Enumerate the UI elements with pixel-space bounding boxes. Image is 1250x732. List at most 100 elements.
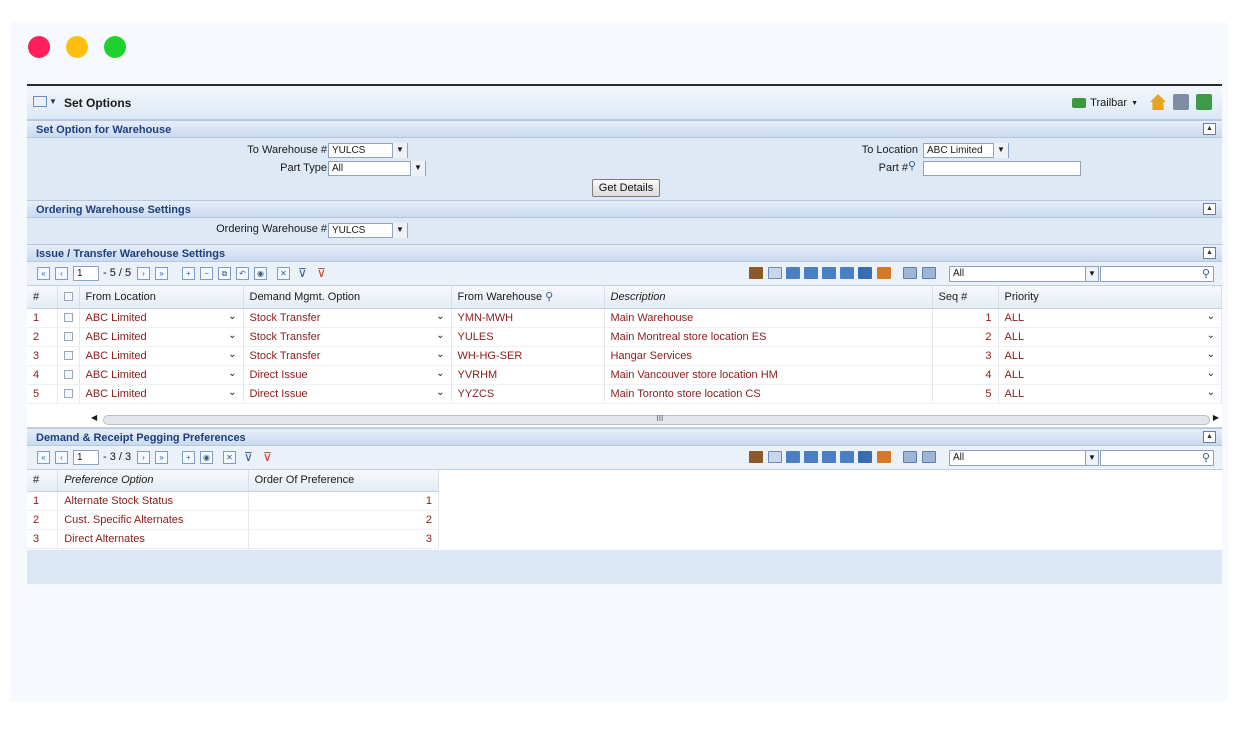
scroll-left-icon[interactable]: ◀ bbox=[91, 413, 97, 422]
row-checkbox-cell[interactable] bbox=[57, 308, 80, 328]
part-number-input[interactable] bbox=[923, 161, 1081, 176]
order-of-preference-cell[interactable]: 3 bbox=[248, 529, 440, 549]
chevron-down-icon[interactable]: ⌄ bbox=[436, 387, 444, 398]
seq-cell[interactable]: 3 bbox=[932, 346, 999, 366]
to-warehouse-select[interactable]: YULCS ▼ bbox=[328, 143, 408, 158]
export-pdf-icon[interactable] bbox=[840, 267, 854, 279]
chart-icon[interactable] bbox=[877, 450, 891, 463]
exit-icon[interactable] bbox=[1196, 94, 1212, 110]
minimize-dot[interactable] bbox=[66, 36, 88, 58]
seq-cell[interactable]: 5 bbox=[932, 384, 999, 404]
chevron-down-icon[interactable]: ⌄ bbox=[228, 368, 236, 379]
from-warehouse-cell[interactable]: WH-HG-SER bbox=[451, 346, 605, 366]
export-xls-icon[interactable] bbox=[804, 450, 818, 463]
page-number-input[interactable]: 1 bbox=[73, 449, 99, 465]
priority-cell[interactable]: ALL ⌄ bbox=[998, 384, 1222, 404]
export-pdf-icon[interactable] bbox=[840, 450, 854, 463]
settings-icon[interactable] bbox=[922, 450, 936, 463]
grid-search-input[interactable]: ⚲ bbox=[1100, 266, 1214, 282]
chevron-down-icon[interactable]: ⌄ bbox=[1207, 349, 1215, 360]
collapse-icon[interactable]: ▲ bbox=[1203, 203, 1216, 215]
seq-cell[interactable]: 1 bbox=[932, 308, 999, 328]
select-all-checkbox[interactable] bbox=[63, 292, 73, 302]
add-row-icon[interactable]: + bbox=[182, 450, 195, 464]
description-cell[interactable]: Main Toronto store location CS bbox=[604, 384, 933, 404]
export-icon[interactable] bbox=[786, 450, 800, 463]
chevron-down-icon[interactable]: ▼ bbox=[49, 97, 57, 106]
to-location-select[interactable]: ABC Limited ▼ bbox=[923, 143, 1009, 158]
undo-icon[interactable]: ↶ bbox=[236, 267, 249, 280]
menu-icon[interactable] bbox=[33, 96, 47, 107]
preference-option-cell[interactable]: Alternate Stock Status bbox=[57, 491, 249, 511]
table-row[interactable]: 2 Cust. Specific Alternates 2 bbox=[27, 510, 440, 530]
description-cell[interactable]: Main Vancouver store location HM bbox=[604, 365, 933, 385]
export-csv-icon[interactable] bbox=[822, 450, 836, 463]
table-row[interactable]: 1 ABC Limited ⌄ Stock Transfer ⌄ YMN-MWH Main … bbox=[27, 308, 1222, 328]
delete-row-icon[interactable]: − bbox=[200, 267, 213, 280]
add-row-icon[interactable]: + bbox=[182, 267, 195, 280]
next-page-icon[interactable]: › bbox=[137, 450, 150, 464]
notes-icon[interactable] bbox=[749, 450, 763, 463]
col-description[interactable]: Description bbox=[604, 286, 933, 309]
grid-filter-select[interactable]: All ▼ bbox=[949, 266, 1099, 282]
order-of-preference-cell[interactable]: 1 bbox=[248, 491, 440, 511]
table-row[interactable]: 3 ABC Limited ⌄ Stock Transfer ⌄ WH-HG-SER Han… bbox=[27, 346, 1222, 366]
col-select-all[interactable] bbox=[57, 286, 80, 309]
row-checkbox-cell[interactable] bbox=[57, 384, 80, 404]
from-location-cell[interactable]: ABC Limited ⌄ bbox=[79, 327, 244, 347]
scroll-right-icon[interactable]: ▶ bbox=[1213, 413, 1219, 422]
filter-icon[interactable]: ⊽ bbox=[244, 450, 253, 464]
row-checkbox-cell[interactable] bbox=[57, 327, 80, 347]
next-page-icon[interactable]: › bbox=[137, 267, 150, 280]
table-row[interactable]: 3 Direct Alternates 3 bbox=[27, 529, 440, 549]
home-icon[interactable] bbox=[1150, 94, 1166, 110]
priority-cell[interactable]: ALL ⌄ bbox=[998, 346, 1222, 366]
first-page-icon[interactable]: « bbox=[37, 450, 50, 464]
first-page-icon[interactable]: « bbox=[37, 267, 50, 280]
description-cell[interactable]: Main Warehouse bbox=[604, 308, 933, 328]
search-icon[interactable]: ⚲ bbox=[545, 291, 553, 303]
from-warehouse-cell[interactable]: YVRHM bbox=[451, 365, 605, 385]
demand-option-cell[interactable]: Stock Transfer ⌄ bbox=[243, 346, 452, 366]
collapse-icon[interactable]: ▲ bbox=[1203, 247, 1216, 259]
export-xls-icon[interactable] bbox=[804, 267, 818, 279]
grid-filter-select[interactable]: All ▼ bbox=[949, 449, 1099, 466]
get-details-button[interactable]: Get Details bbox=[592, 179, 660, 197]
row-checkbox-cell[interactable] bbox=[57, 346, 80, 366]
trailbar-button[interactable]: Trailbar ▼ bbox=[1072, 97, 1138, 109]
last-page-icon[interactable]: » bbox=[155, 450, 168, 464]
from-warehouse-cell[interactable]: YYZCS bbox=[451, 384, 605, 404]
col-from-warehouse[interactable]: From Warehouse ⚲ bbox=[451, 286, 605, 309]
from-location-cell[interactable]: ABC Limited ⌄ bbox=[79, 384, 244, 404]
last-page-icon[interactable]: » bbox=[155, 267, 168, 280]
chevron-down-icon[interactable]: ⌄ bbox=[1207, 330, 1215, 341]
clear-icon[interactable]: ✕ bbox=[277, 267, 290, 280]
col-order-of-preference[interactable]: Order Of Preference bbox=[248, 469, 440, 492]
chevron-down-icon[interactable]: ⌄ bbox=[228, 349, 236, 360]
priority-cell[interactable]: ALL ⌄ bbox=[998, 327, 1222, 347]
seq-cell[interactable]: 4 bbox=[932, 365, 999, 385]
doc-icon[interactable] bbox=[768, 267, 782, 279]
prev-page-icon[interactable]: ‹ bbox=[55, 267, 68, 280]
description-cell[interactable]: Hangar Services bbox=[604, 346, 933, 366]
chevron-down-icon[interactable]: ⌄ bbox=[1207, 387, 1215, 398]
from-location-cell[interactable]: ABC Limited ⌄ bbox=[79, 346, 244, 366]
table-row[interactable]: 4 ABC Limited ⌄ Direct Issue ⌄ YVRHM Main Vanc… bbox=[27, 365, 1222, 385]
filter-icon[interactable]: ⊽ bbox=[298, 266, 307, 280]
order-of-preference-cell[interactable]: 2 bbox=[248, 510, 440, 530]
from-location-cell[interactable]: ABC Limited ⌄ bbox=[79, 365, 244, 385]
col-demand-option[interactable]: Demand Mgmt. Option bbox=[243, 286, 452, 309]
from-warehouse-cell[interactable]: YULES bbox=[451, 327, 605, 347]
page-number-input[interactable]: 1 bbox=[73, 266, 99, 281]
search-icon[interactable]: ⚲ bbox=[908, 159, 916, 172]
notes-icon[interactable] bbox=[749, 267, 763, 279]
search-icon[interactable]: ⚲ bbox=[1202, 451, 1210, 464]
demand-option-cell[interactable]: Stock Transfer ⌄ bbox=[243, 327, 452, 347]
collapse-icon[interactable]: ▲ bbox=[1203, 123, 1216, 135]
chevron-down-icon[interactable]: ⌄ bbox=[228, 311, 236, 322]
chevron-down-icon[interactable]: ⌄ bbox=[1207, 368, 1215, 379]
export-icon[interactable] bbox=[786, 267, 800, 279]
table-row[interactable]: 2 ABC Limited ⌄ Stock Transfer ⌄ YULES Main Mo… bbox=[27, 327, 1222, 347]
export-csv-icon[interactable] bbox=[822, 267, 836, 279]
preference-option-cell[interactable]: Cust. Specific Alternates bbox=[57, 510, 249, 530]
